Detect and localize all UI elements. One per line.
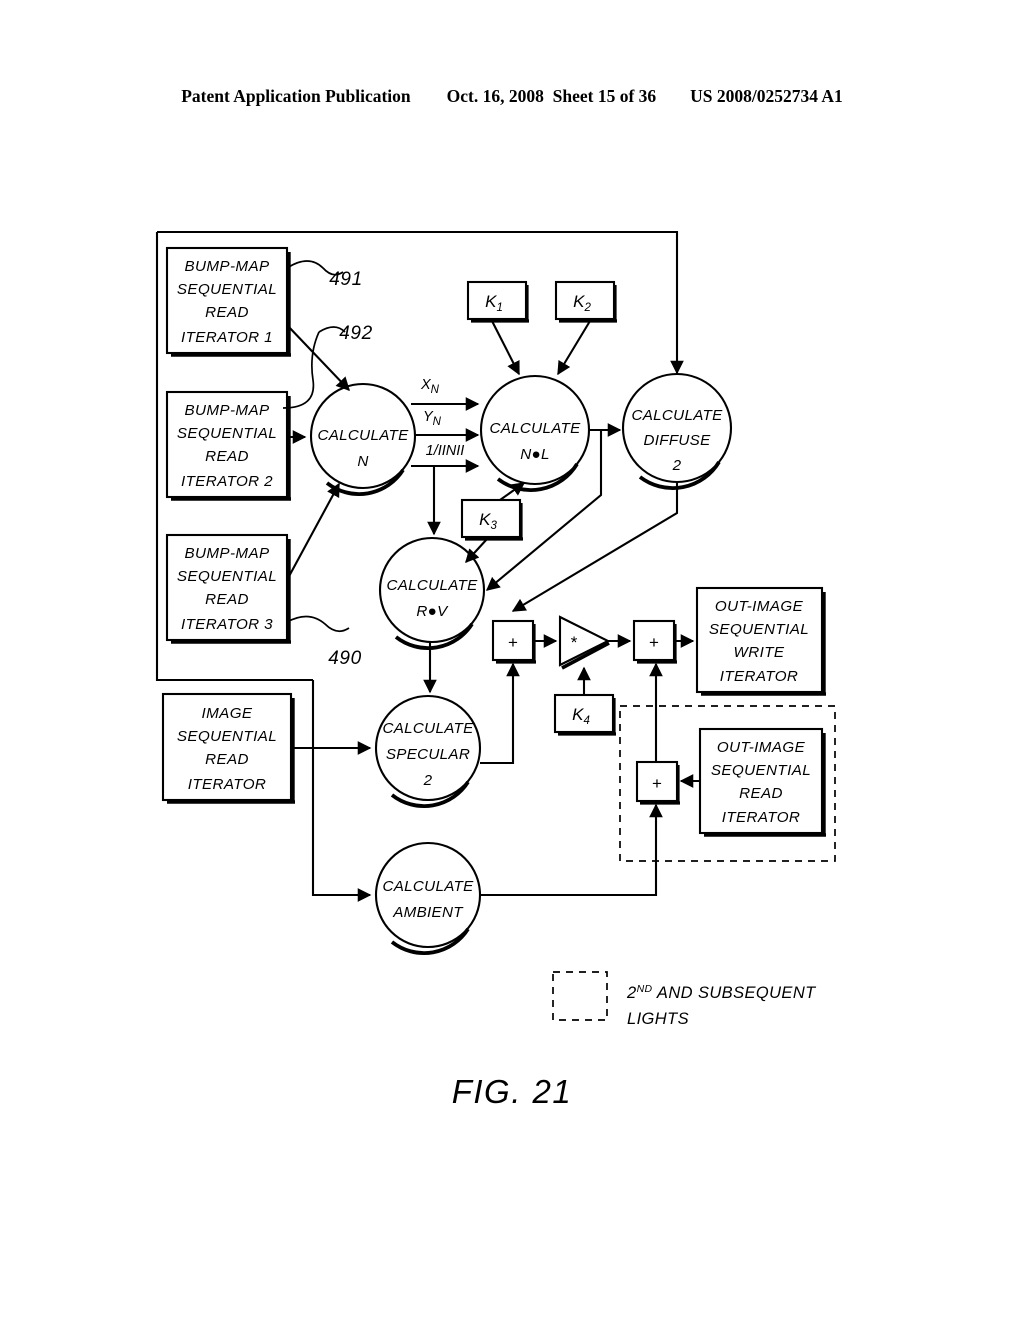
edge-specular-to-add1 xyxy=(480,662,520,765)
operator-add-3-label: + xyxy=(652,774,662,793)
block-out-read-line-0: OUT-IMAGE xyxy=(717,739,806,756)
block-image-read-line-0: IMAGE xyxy=(202,705,253,722)
block-out-read-line-3: ITERATOR xyxy=(722,809,801,826)
legend-dashed-swatch xyxy=(552,971,608,1021)
block-image-read-line-3: ITERATOR xyxy=(188,776,267,793)
block-bump-map-3-line-1: SEQUENTIAL xyxy=(177,568,277,585)
signal-xn-label: XN xyxy=(420,377,440,396)
node-calculate-diffuse-line-1: DIFFUSE xyxy=(643,432,711,449)
reference-numeral-492: 492 xyxy=(339,323,373,344)
edge-k2-to-ndotl xyxy=(557,320,591,376)
signal-inv-norm-label: 1/IINII xyxy=(426,443,465,459)
operator-multiply-label: * xyxy=(571,633,578,652)
legend-line-1: 2ND AND SUBSEQUENT xyxy=(626,983,817,1002)
figure-caption: FIG. 21 xyxy=(451,1073,573,1110)
block-bump-map-2-line-0: BUMP-MAP xyxy=(184,402,270,419)
node-calculate-ndotl-line-1: N●L xyxy=(520,446,550,463)
node-calculate-ambient-line-1: AMBIENT xyxy=(392,904,464,921)
block-out-write-line-3: ITERATOR xyxy=(720,668,799,685)
figure-21-diagram: BUMP-MAP SEQUENTIAL READ ITERATOR 1 BUMP… xyxy=(155,230,836,1028)
block-out-write-line-0: OUT-IMAGE xyxy=(715,598,804,615)
node-calculate-ndotl-line-0: CALCULATE xyxy=(489,420,581,437)
block-bump-map-1-line-2: READ xyxy=(205,304,249,321)
block-image-read-line-2: READ xyxy=(205,751,249,768)
patent-sheet: Patent Application Publication Oct. 16, … xyxy=(0,0,1024,1320)
block-bump-map-3-line-2: READ xyxy=(205,591,249,608)
edge-rail-to-ambient xyxy=(311,680,372,902)
edge-k3-to-rdotv xyxy=(465,538,488,564)
legend-line-2: LIGHTS xyxy=(627,1010,689,1028)
node-calculate-ambient-line-0: CALCULATE xyxy=(382,878,474,895)
edge-k1-to-ndotl xyxy=(491,320,520,376)
block-bump-map-3-line-0: BUMP-MAP xyxy=(184,545,270,562)
block-bump-map-1-line-0: BUMP-MAP xyxy=(184,258,270,275)
block-out-read-line-2: READ xyxy=(739,785,783,802)
operator-add-1-label: + xyxy=(508,633,518,652)
block-out-write-line-1: SEQUENTIAL xyxy=(709,621,809,638)
block-bump-map-2-line-2: READ xyxy=(205,448,249,465)
block-bump-map-3-line-3: ITERATOR 3 xyxy=(181,616,273,633)
block-bump-map-2-line-3: ITERATOR 2 xyxy=(181,473,273,490)
block-bump-map-2-line-1: SEQUENTIAL xyxy=(177,425,277,442)
block-out-write-line-2: WRITE xyxy=(734,644,785,661)
leader-490 xyxy=(286,615,350,633)
block-bump-map-1-line-3: ITERATOR 1 xyxy=(181,329,273,346)
node-calculate-diffuse-line-0: CALCULATE xyxy=(631,407,723,424)
node-calculate-n-line-0: CALCULATE xyxy=(317,427,409,444)
block-bump-map-1-line-1: SEQUENTIAL xyxy=(177,281,277,298)
node-calculate-specular-line-1: SPECULAR xyxy=(386,746,470,763)
reference-numeral-491: 491 xyxy=(329,269,363,290)
node-calculate-rdotv-line-1: R●V xyxy=(416,603,449,620)
signal-yn-label: YN xyxy=(423,409,442,428)
edge-bump3-to-calcn xyxy=(286,482,340,581)
reference-numeral-490: 490 xyxy=(328,648,362,669)
node-calculate-rdotv-line-0: CALCULATE xyxy=(386,577,478,594)
node-calculate-n-line-1: N xyxy=(357,453,368,470)
node-calculate-diffuse-line-2: 2 xyxy=(672,457,682,474)
operator-add-2-label: + xyxy=(649,633,659,652)
node-calculate-specular-line-2: 2 xyxy=(423,772,433,789)
block-out-read-line-1: SEQUENTIAL xyxy=(711,762,811,779)
block-image-read-line-1: SEQUENTIAL xyxy=(177,728,277,745)
node-calculate-specular-line-0: CALCULATE xyxy=(382,720,474,737)
edge-ambient-to-add3 xyxy=(480,803,663,897)
